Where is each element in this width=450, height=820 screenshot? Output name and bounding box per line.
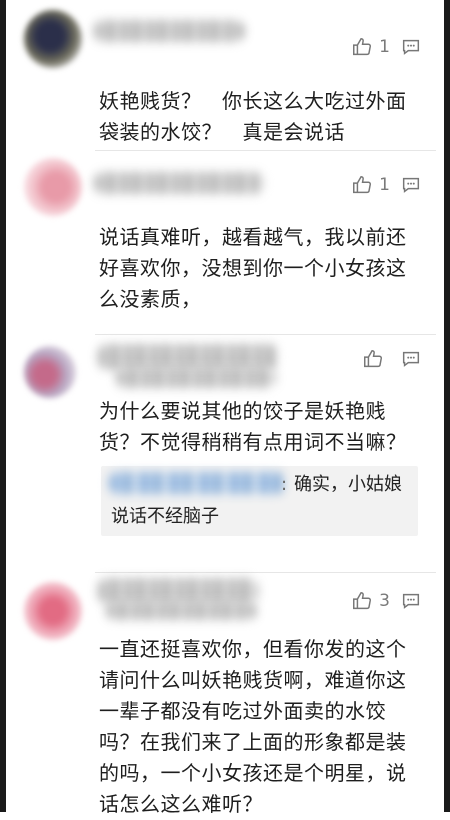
thumbs-up-icon [351, 590, 373, 612]
comment-icon[interactable] [400, 174, 422, 196]
like-count: 1 [379, 37, 390, 57]
comment-icon[interactable] [400, 590, 422, 612]
thumbs-up-icon [351, 36, 373, 58]
comment-icon[interactable] [400, 348, 422, 370]
username-blurred [106, 602, 256, 620]
avatar[interactable] [24, 10, 82, 68]
username-blurred[interactable] [98, 578, 258, 604]
comment-text: 为什么要说其他的饺子是妖艳贱货？不觉得稍稍有点用词不当嘛？ [99, 399, 407, 454]
username-blurred [116, 368, 276, 388]
avatar[interactable] [24, 346, 76, 398]
comment-text: 妖艳贱货？ 你长这么大吃过外面袋装的水饺？ 真是会说话 [99, 89, 407, 144]
reply-text-line1: 确实，小姑娘 [294, 474, 402, 495]
like-button[interactable]: 1 [351, 174, 390, 196]
avatar[interactable] [24, 582, 82, 640]
comment-actions: 1 [351, 36, 422, 58]
thumbs-up-icon [362, 348, 384, 370]
username-blurred[interactable] [94, 20, 244, 42]
comment-text: 说话真难听，越看越气，我以前还好喜欢你，没想到你一个小女孩这么没素质， [99, 225, 407, 311]
comment-text: 一直还挺喜欢你，但看你发的这个请问什么叫妖艳贱货啊，难道你这一辈子都没有吃过外面… [99, 637, 407, 816]
reply-username-blurred[interactable] [109, 472, 285, 494]
like-button[interactable]: 3 [351, 590, 390, 612]
like-button[interactable] [362, 348, 390, 370]
thumbs-up-icon [351, 174, 373, 196]
comment-item: 1 妖艳贱货？ 你长这么大吃过外面袋装的水饺？ 真是会说话 [6, 0, 444, 148]
comment-item: 为什么要说其他的饺子是妖艳贱货？不觉得稍稍有点用词不当嘛？ : 确实，小姑娘 说… [6, 334, 444, 570]
reply-separator: : [281, 474, 288, 495]
reply-text-line2: 说话不经脑子 [111, 506, 219, 527]
like-button[interactable]: 1 [351, 36, 390, 58]
like-count: 1 [379, 175, 390, 195]
comment-actions: 3 [351, 590, 422, 612]
comment-actions: 1 [351, 174, 422, 196]
comment-icon[interactable] [400, 36, 422, 58]
avatar[interactable] [24, 158, 82, 216]
like-count: 3 [379, 591, 390, 611]
comment-item: 1 说话真难听，越看越气，我以前还好喜欢你，没想到你一个小女孩这么没素质， [6, 150, 444, 330]
frame-border-right [444, 0, 450, 812]
reply-box[interactable]: : 确实，小姑娘 说话不经脑子 [101, 466, 418, 536]
comment-item: 3 一直还挺喜欢你，但看你发的这个请问什么叫妖艳贱货啊，难道你这一辈子都没有吃过… [6, 572, 444, 816]
username-blurred[interactable] [94, 172, 264, 194]
comment-actions [362, 348, 422, 370]
username-blurred[interactable] [98, 344, 278, 370]
